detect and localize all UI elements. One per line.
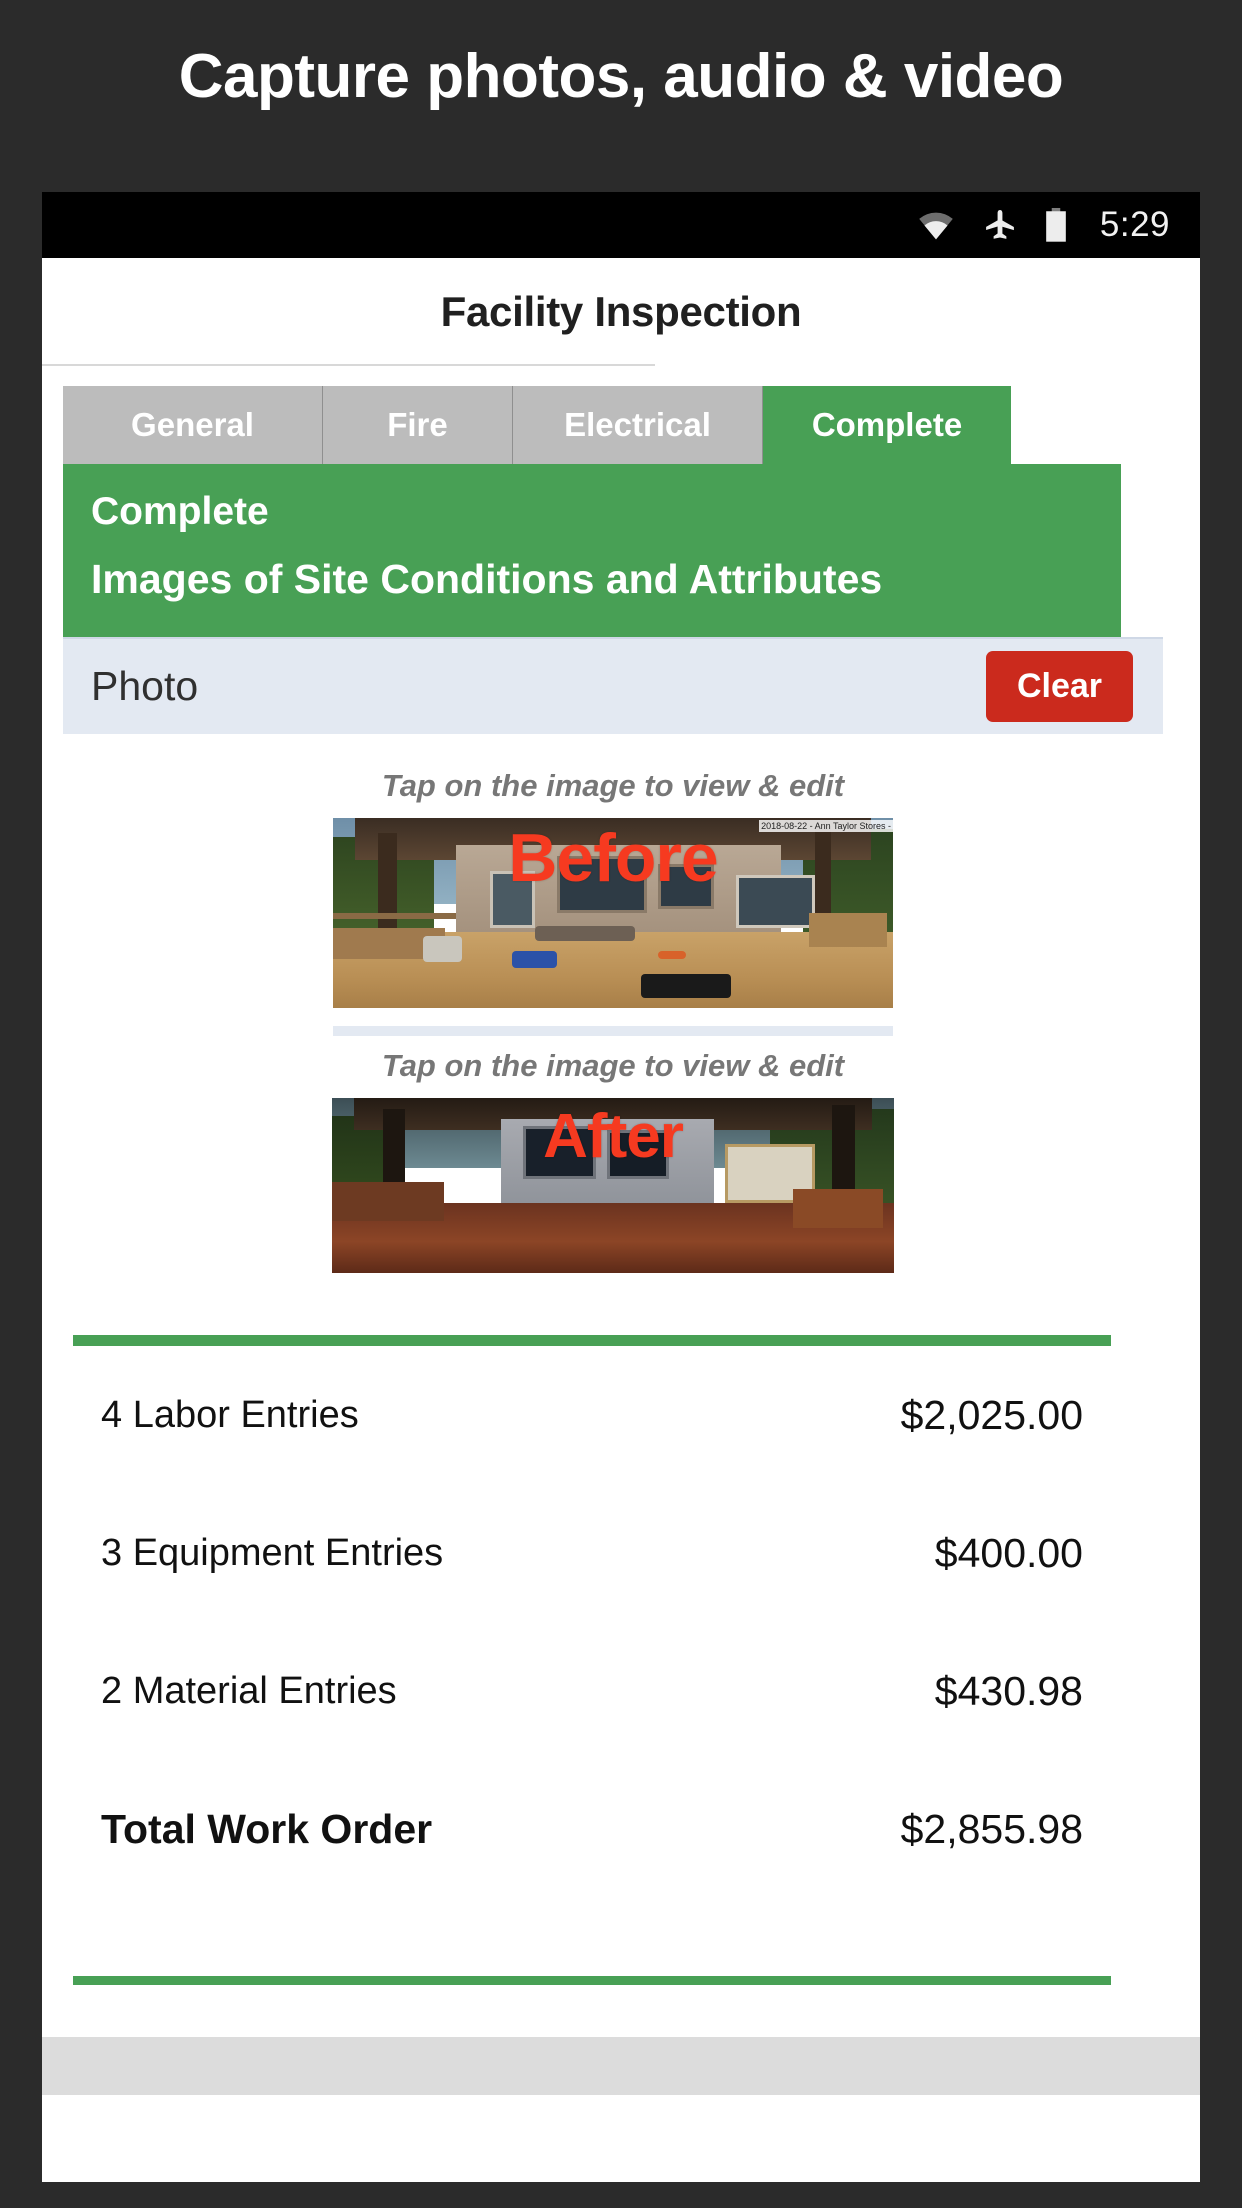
app-title-bar: Facility Inspection: [42, 258, 1200, 366]
tab-electrical[interactable]: Electrical: [513, 386, 763, 464]
content-bottom-spacer: [42, 1985, 1200, 2037]
photo-divider: [333, 1026, 893, 1036]
after-overlay-text: After: [543, 1102, 684, 1171]
photo-field-header: Photo Clear: [63, 637, 1163, 734]
photo-list: Tap on the image to view & edit Before 2…: [63, 734, 1163, 1303]
totals-value-grand-total: $2,855.98: [900, 1805, 1083, 1852]
page-title: Facility Inspection: [440, 288, 802, 335]
section-status-label: Complete: [91, 490, 269, 533]
photo-hint-after: Tap on the image to view & edit: [381, 1048, 845, 1083]
status-bar: 5:29: [42, 192, 1200, 258]
totals-row-labor[interactable]: 4 Labor Entries $2,025.00: [73, 1346, 1111, 1484]
totals-label-labor: 4 Labor Entries: [101, 1393, 359, 1436]
totals-value-equipment: $400.00: [934, 1529, 1083, 1576]
battery-icon: [1044, 207, 1068, 243]
tab-bar: General Fire Electrical Complete: [63, 386, 1200, 464]
content-area: General Fire Electrical Complete Complet…: [42, 366, 1200, 2095]
totals-label-equipment: 3 Equipment Entries: [101, 1531, 444, 1574]
wifi-icon: [916, 209, 956, 241]
totals-row-grand-total: Total Work Order $2,855.98: [73, 1760, 1111, 1898]
tab-complete[interactable]: Complete: [763, 386, 1011, 464]
status-bar-clock: 5:29: [1099, 205, 1170, 244]
totals-label-material: 2 Material Entries: [101, 1669, 397, 1712]
photo-thumb-after-wrapper: After: [63, 1098, 1163, 1273]
section-header: Complete Images of Site Conditions and A…: [63, 464, 1121, 637]
before-photo-watermark: 2018-08-22 - Ann Taylor Stores -: [759, 820, 893, 832]
photo-thumb-before-wrapper: Before 2018-08-22 - Ann Taylor Stores -: [63, 818, 1163, 1008]
app-bar-divider: [42, 364, 655, 366]
tab-fire[interactable]: Fire: [323, 386, 513, 464]
totals-row-equipment[interactable]: 3 Equipment Entries $400.00: [73, 1484, 1111, 1622]
before-overlay-text: Before: [508, 820, 718, 896]
clear-button[interactable]: Clear: [985, 651, 1133, 722]
section-title: Images of Site Conditions and Attributes: [91, 556, 883, 602]
totals-table: 4 Labor Entries $2,025.00 3 Equipment En…: [73, 1335, 1111, 1985]
phone-screen: 5:29 Facility Inspection General Fire El…: [42, 192, 1200, 2182]
totals-value-labor: $2,025.00: [900, 1391, 1083, 1438]
phone-bottom-band: [42, 2037, 1200, 2095]
totals-label-grand-total: Total Work Order: [101, 1805, 433, 1852]
promo-title: Capture photos, audio & video: [178, 42, 1064, 111]
photo-thumbnail-before[interactable]: Before 2018-08-22 - Ann Taylor Stores -: [333, 818, 893, 1008]
photo-hint-before: Tap on the image to view & edit: [381, 768, 845, 803]
tab-bar-wrapper: General Fire Electrical Complete: [42, 366, 1200, 464]
tab-general[interactable]: General: [63, 386, 323, 464]
totals-row-material[interactable]: 2 Material Entries $430.98: [73, 1622, 1111, 1760]
tab-bar-tail: [1011, 386, 1200, 464]
photo-field-label: Photo: [91, 663, 199, 709]
totals-value-material: $430.98: [934, 1667, 1083, 1714]
airplane-mode-icon: [982, 208, 1018, 242]
photo-thumbnail-after[interactable]: After: [332, 1098, 894, 1273]
totals-bottom-spacer: [73, 1898, 1111, 1976]
